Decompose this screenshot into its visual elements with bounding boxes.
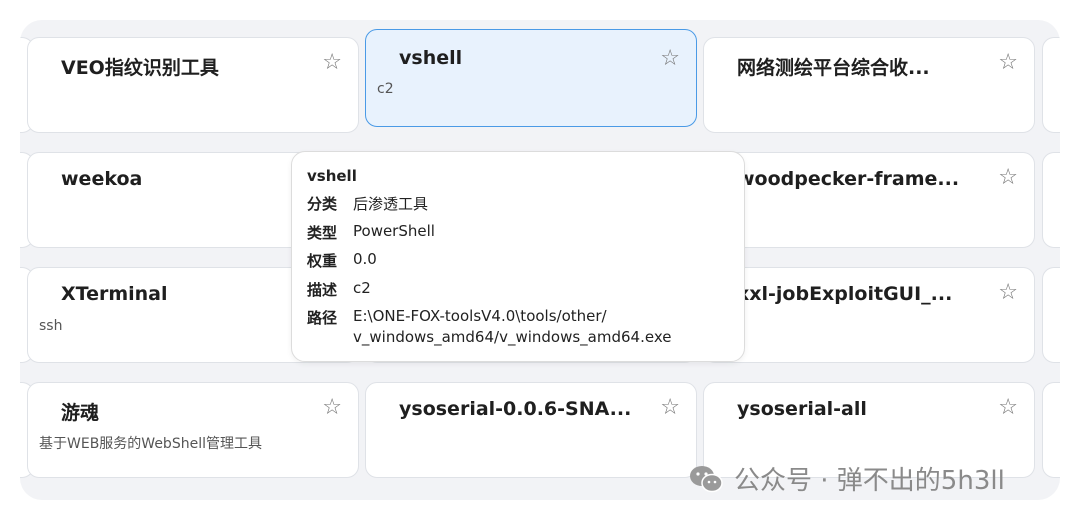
watermark: 公众号 · 弹不出的5h3ll	[688, 460, 1005, 497]
tool-card-title: XTerminal	[61, 283, 168, 305]
tooltip-row-description: 描述 c2	[307, 279, 371, 300]
app-window: VEO指纹识别工具 ☆ vshell c2 ☆ 网络测绘平台综合收... ☆ w…	[0, 0, 1080, 520]
tool-card-desc: c2	[377, 81, 394, 97]
tool-card-title: 网络测绘平台综合收...	[737, 57, 930, 79]
partial-card-right[interactable]	[1042, 152, 1060, 248]
star-icon[interactable]: ☆	[660, 397, 680, 419]
partial-card-right[interactable]	[1042, 37, 1060, 133]
tooltip-value-line2: v_windows_amd64/v_windows_amd64.exe	[353, 328, 672, 346]
tooltip-row-category: 分类 后渗透工具	[307, 193, 428, 214]
tooltip-row-type: 类型 PowerShell	[307, 222, 435, 243]
star-icon[interactable]: ☆	[998, 52, 1018, 74]
tool-card-title: VEO指纹识别工具	[61, 57, 219, 79]
partial-card-right[interactable]	[1042, 382, 1060, 478]
star-icon[interactable]: ☆	[322, 397, 342, 419]
tool-card[interactable]: VEO指纹识别工具 ☆	[27, 37, 359, 133]
tool-card-title: ysoserial-0.0.6-SNA...	[399, 398, 632, 420]
tooltip-value: E:\ONE-FOX-toolsV4.0\tools/other/	[353, 307, 607, 325]
tool-card[interactable]: 游魂 基于WEB服务的WebShell管理工具 ☆	[27, 382, 359, 478]
star-icon[interactable]: ☆	[998, 282, 1018, 304]
tool-card-desc: ssh	[39, 318, 63, 334]
tooltip-title: vshell	[307, 167, 357, 185]
watermark-text: 公众号 · 弹不出的5h3ll	[734, 466, 1005, 496]
tooltip-value: PowerShell	[353, 222, 435, 240]
star-icon[interactable]: ☆	[998, 167, 1018, 189]
star-icon[interactable]: ☆	[998, 397, 1018, 419]
star-icon[interactable]: ☆	[322, 52, 342, 74]
tooltip-key: 权重	[307, 252, 338, 270]
tool-detail-tooltip: vshell 分类 后渗透工具 类型 PowerShell 权重 0.0 描述 …	[291, 151, 745, 362]
tool-card[interactable]: xxl-jobExploitGUI_... ☆	[703, 267, 1035, 363]
tool-card-title: ysoserial-all	[737, 398, 867, 420]
tool-card[interactable]: woodpecker-frame... ☆	[703, 152, 1035, 248]
tool-card-title: vshell	[399, 47, 463, 69]
tool-card-title: xxl-jobExploitGUI_...	[737, 283, 953, 305]
tooltip-value: 后渗透工具	[353, 195, 429, 213]
tool-card-desc: 基于WEB服务的WebShell管理工具	[39, 436, 262, 452]
tooltip-value: c2	[353, 279, 371, 297]
tool-card-title: 游魂	[61, 402, 100, 424]
tool-card-title: woodpecker-frame...	[737, 168, 960, 190]
tooltip-row-weight: 权重 0.0	[307, 250, 377, 271]
tooltip-key: 路径	[307, 309, 338, 327]
tool-card[interactable]: 网络测绘平台综合收... ☆	[703, 37, 1035, 133]
tool-card-title: weekoa	[61, 168, 143, 190]
tooltip-row-path: 路径 E:\ONE-FOX-toolsV4.0\tools/other/ v_w…	[307, 307, 671, 346]
tooltip-key: 类型	[307, 224, 338, 242]
tool-card-selected[interactable]: vshell c2 ☆	[365, 29, 697, 127]
tooltip-key: 描述	[307, 281, 338, 299]
partial-card-right[interactable]	[1042, 267, 1060, 363]
tooltip-value: 0.0	[353, 250, 377, 268]
tool-card[interactable]: ysoserial-0.0.6-SNA... ☆	[365, 382, 697, 478]
tooltip-key: 分类	[307, 195, 338, 213]
wechat-icon	[690, 465, 723, 492]
star-icon[interactable]: ☆	[660, 48, 680, 70]
